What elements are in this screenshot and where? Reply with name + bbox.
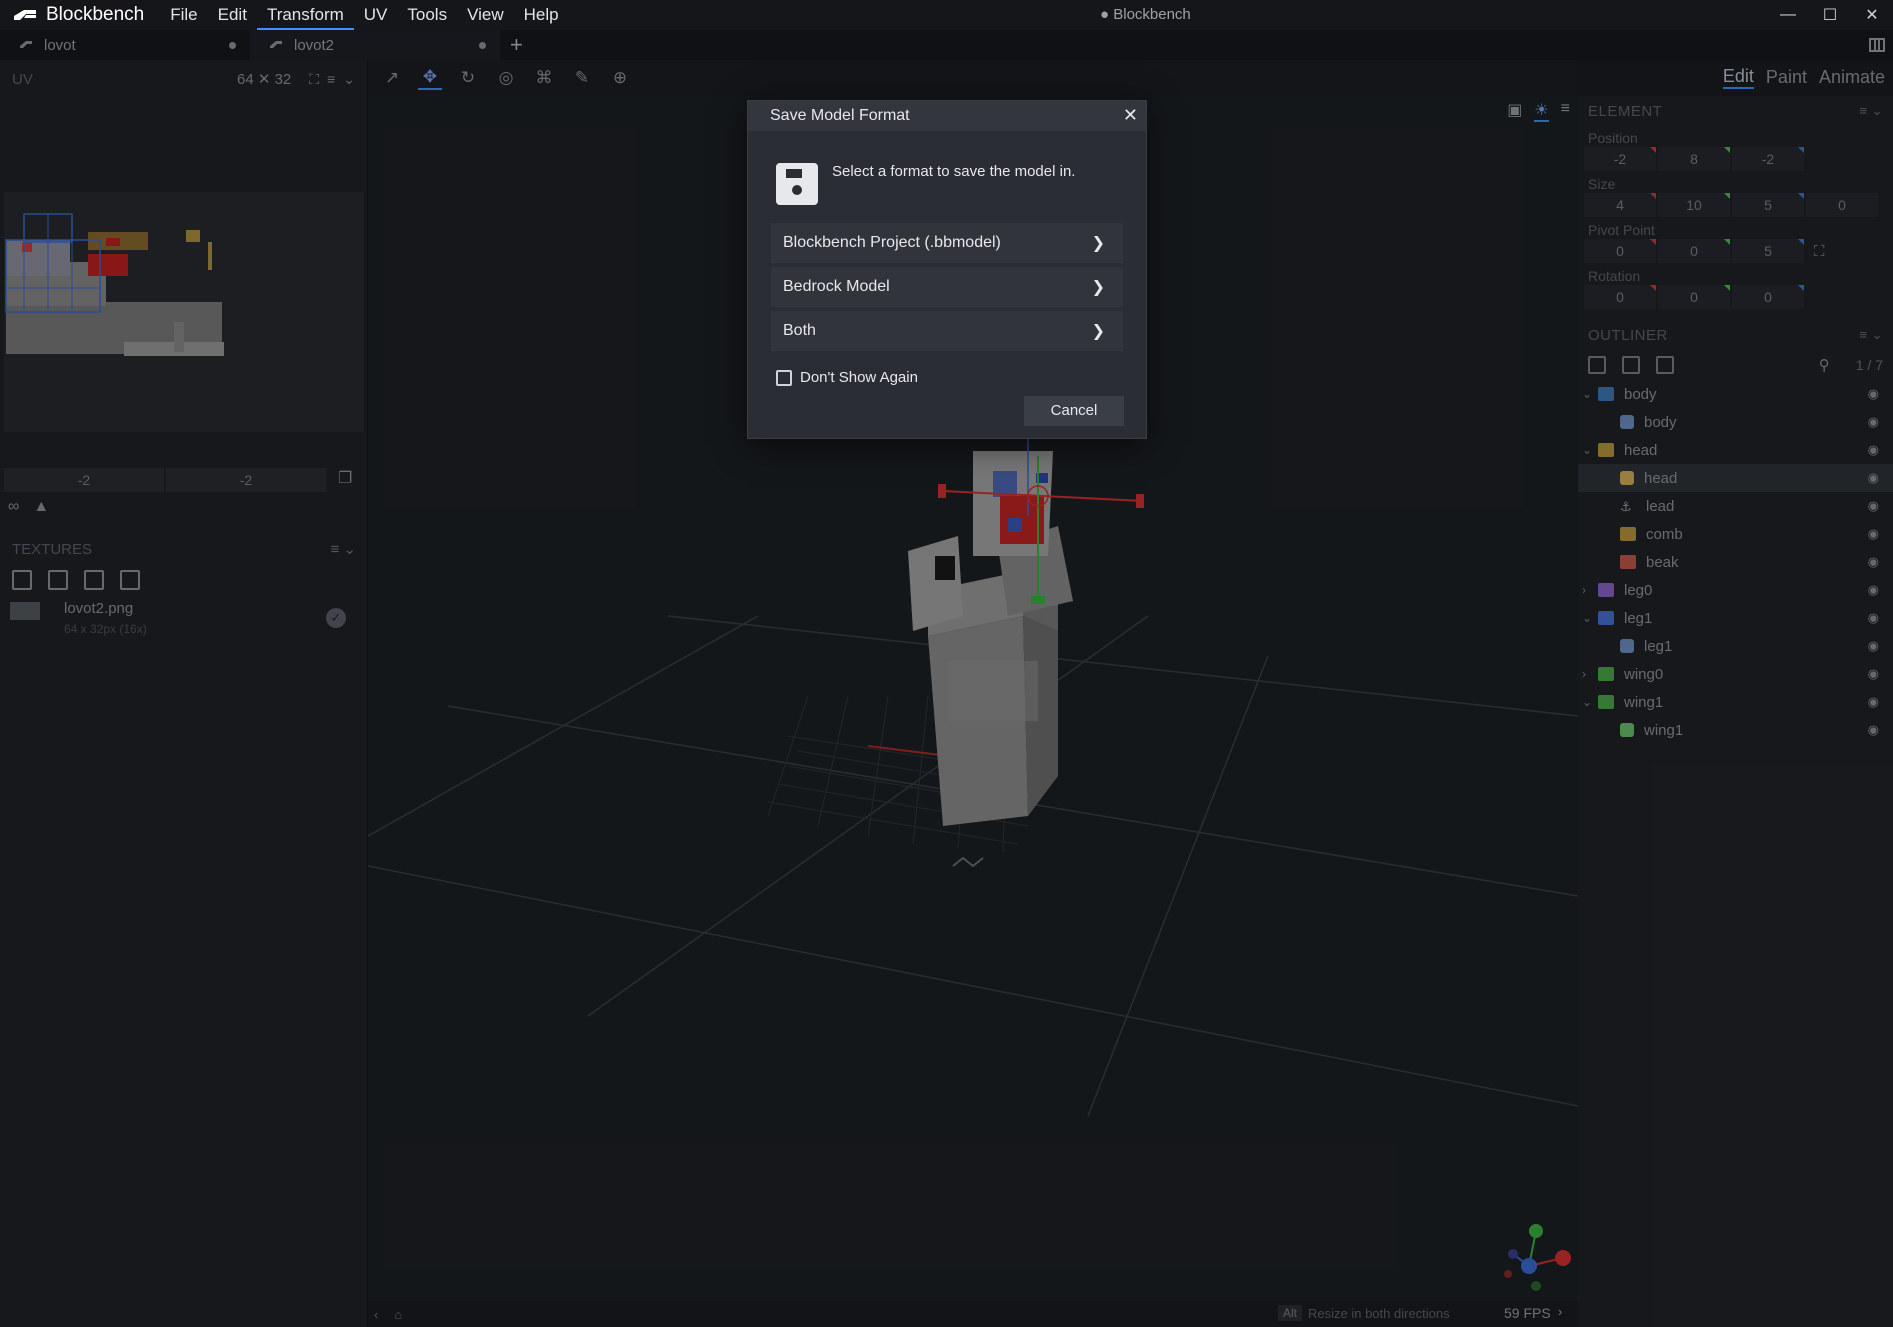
dialog-title: Save Model Format (770, 107, 910, 124)
title-bar: Blockbench File Edit Transform UV Tools … (0, 0, 1893, 30)
dialog-header: Select a format to save the model in. (748, 131, 1146, 205)
window-title: ● Blockbench (1100, 6, 1191, 23)
menu-tools[interactable]: Tools (397, 0, 457, 30)
menu-help[interactable]: Help (514, 0, 569, 30)
close-icon[interactable]: ✕ (1123, 105, 1138, 126)
dont-show-again-label: Don't Show Again (800, 369, 918, 386)
close-window-icon[interactable]: ✕ (1851, 0, 1893, 30)
chevron-right-icon: ❯ (1091, 279, 1105, 296)
menu-transform[interactable]: Transform (256, 0, 354, 30)
dialog-message: Select a format to save the model in. (832, 163, 1076, 180)
menu-uv[interactable]: UV (354, 0, 398, 30)
menu-edit[interactable]: Edit (208, 0, 257, 30)
minimize-icon[interactable]: — (1767, 0, 1809, 30)
blockbench-logo-icon (14, 10, 36, 20)
option-label: Both (783, 322, 816, 339)
format-options: Blockbench Project (.bbmodel) ❯ Bedrock … (771, 223, 1123, 351)
option-label: Blockbench Project (.bbmodel) (783, 234, 1001, 251)
window-controls: — ☐ ✕ (1767, 0, 1893, 30)
menu-file[interactable]: File (160, 0, 207, 30)
dont-show-again-checkbox[interactable] (776, 369, 792, 386)
app-name: Blockbench (46, 4, 145, 25)
option-both[interactable]: Both ❯ (771, 311, 1123, 351)
chevron-right-icon: ❯ (1091, 235, 1105, 252)
cancel-button[interactable]: Cancel (1024, 396, 1124, 426)
dont-show-again[interactable]: Don't Show Again (776, 369, 1146, 386)
save-model-format-dialog: Save Model Format ✕ Select a format to s… (747, 100, 1147, 439)
dialog-titlebar: Save Model Format ✕ (748, 101, 1146, 131)
chevron-right-icon: ❯ (1091, 323, 1105, 340)
floppy-disk-icon (776, 163, 818, 205)
option-bedrock-model[interactable]: Bedrock Model ❯ (771, 267, 1123, 307)
app-logo: Blockbench (0, 4, 144, 26)
menu-view[interactable]: View (457, 0, 514, 30)
option-label: Bedrock Model (783, 278, 890, 295)
menu-bar: File Edit Transform UV Tools View Help (160, 0, 568, 30)
option-bbmodel[interactable]: Blockbench Project (.bbmodel) ❯ (771, 223, 1123, 263)
maximize-icon[interactable]: ☐ (1809, 0, 1851, 30)
